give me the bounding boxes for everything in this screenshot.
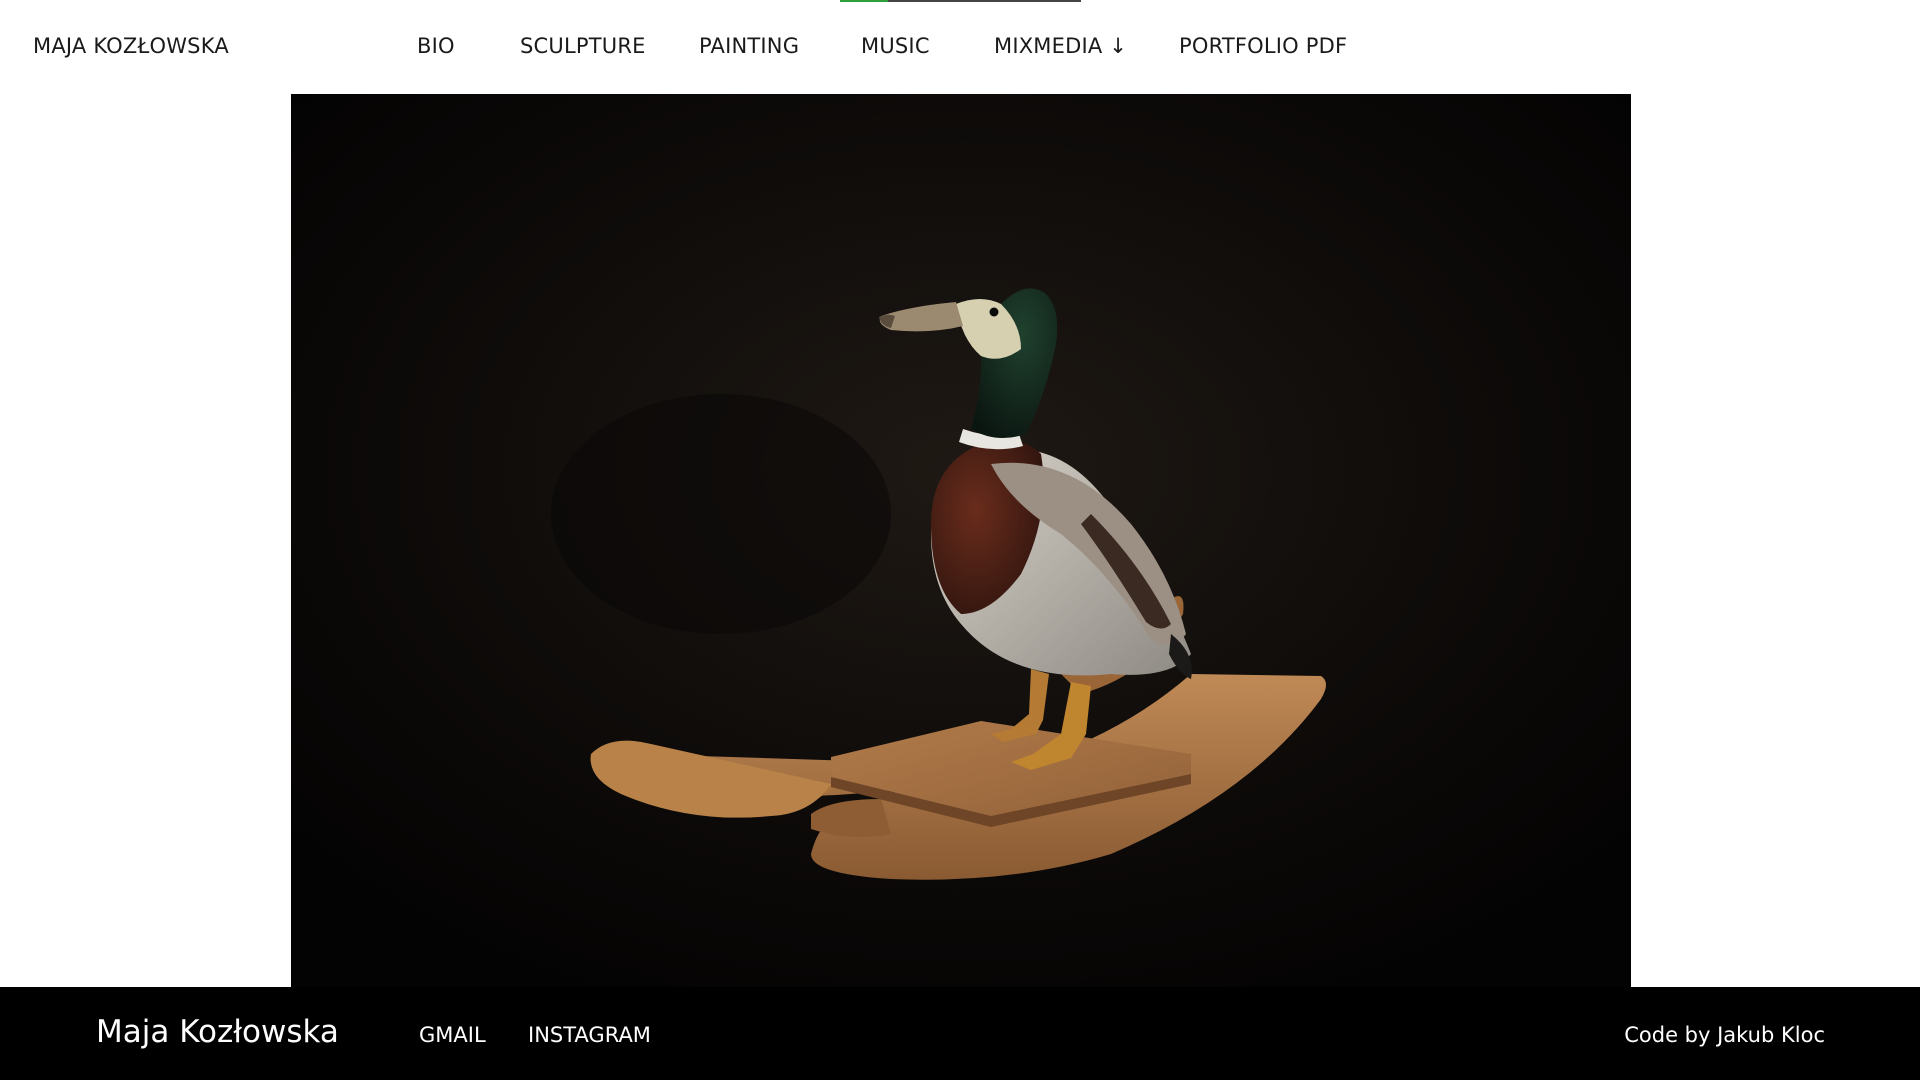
- page: MAJA KOZŁOWSKA BIO SCULPTURE PAINTING MU…: [0, 0, 1920, 1080]
- nav-bio[interactable]: BIO: [417, 34, 455, 58]
- site-header: MAJA KOZŁOWSKA BIO SCULPTURE PAINTING MU…: [0, 0, 1920, 94]
- rocking-duck-image: [291, 94, 1631, 987]
- nav-mixmedia-dropdown[interactable]: MIXMEDIA ↓: [994, 34, 1127, 58]
- nav-music[interactable]: MUSIC: [861, 34, 930, 58]
- nav-portfolio-pdf[interactable]: PORTFOLIO PDF: [1179, 34, 1347, 58]
- footer-name: Maja Kozłowska: [96, 1014, 339, 1050]
- site-footer: Maja Kozłowska GMAIL INSTAGRAM Code by J…: [0, 987, 1920, 1080]
- site-brand[interactable]: MAJA KOZŁOWSKA: [33, 34, 229, 58]
- footer-credit: Code by Jakub Kloc: [1624, 1023, 1825, 1047]
- scroll-progress-fill: [840, 0, 889, 2]
- nav-sculpture[interactable]: SCULPTURE: [520, 34, 646, 58]
- footer-link-gmail[interactable]: GMAIL: [419, 1023, 486, 1047]
- footer-link-instagram[interactable]: INSTAGRAM: [528, 1023, 651, 1047]
- scroll-progress-bar: [840, 0, 1081, 2]
- image-slider[interactable]: [291, 94, 1631, 987]
- nav-painting[interactable]: PAINTING: [699, 34, 799, 58]
